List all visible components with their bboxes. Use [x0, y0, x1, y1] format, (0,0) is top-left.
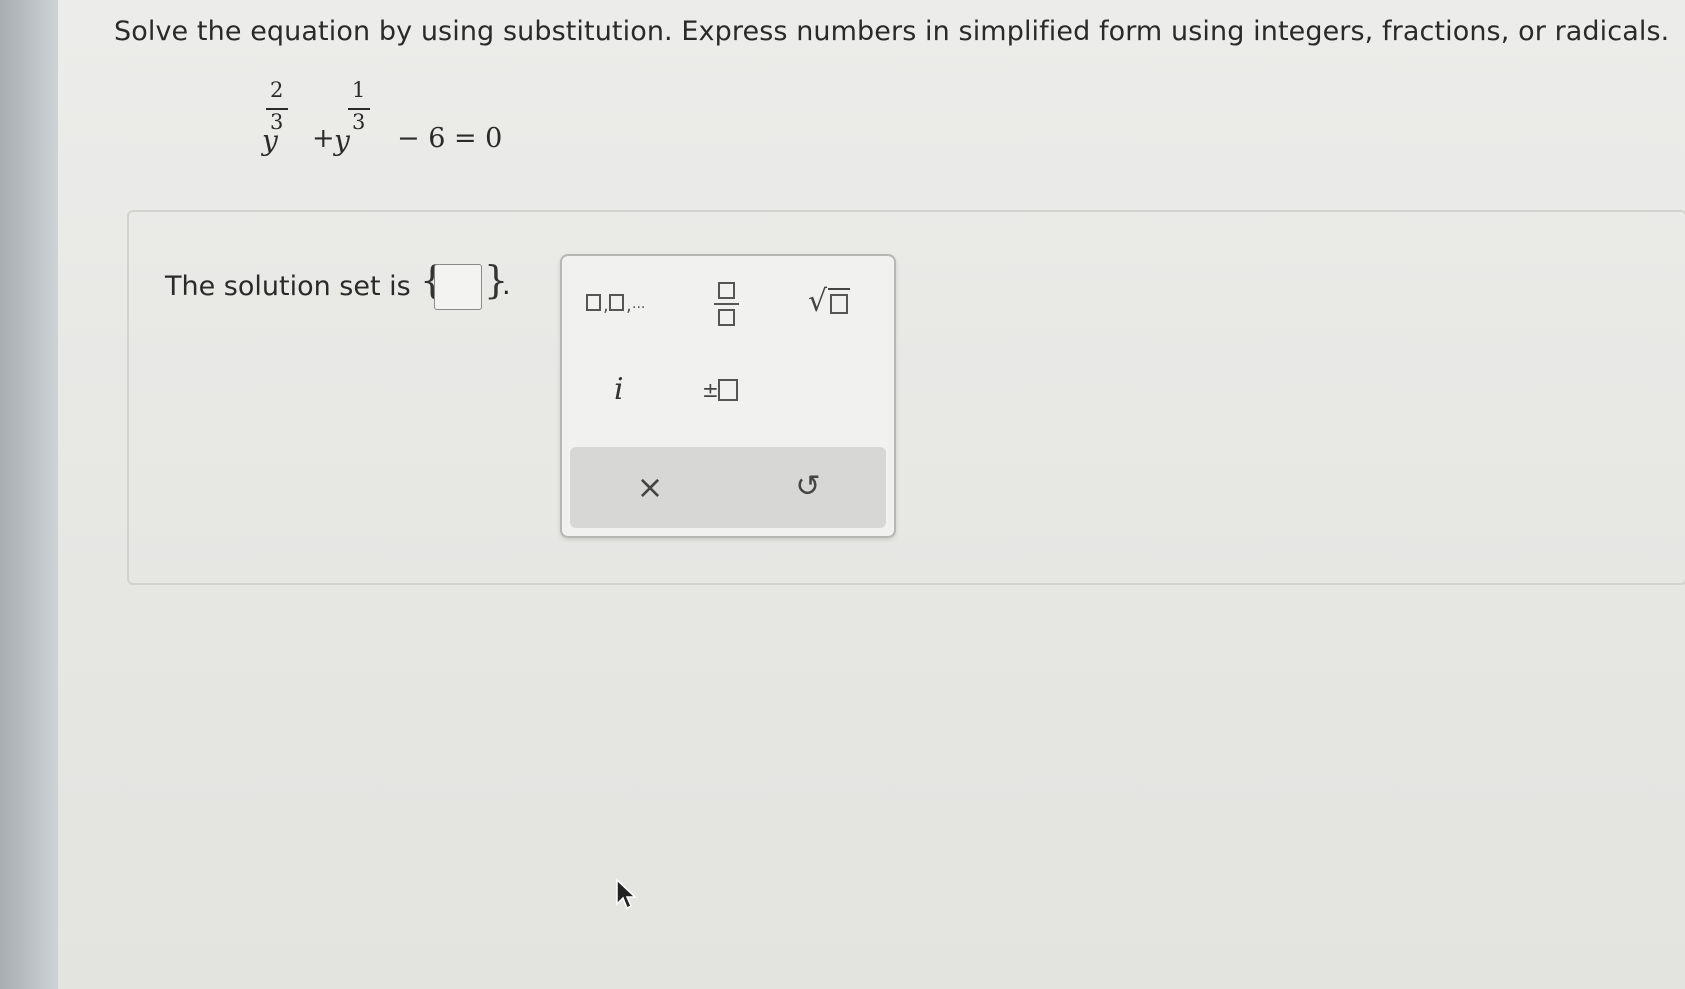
solution-set-label: The solution set is [165, 271, 411, 302]
equation-plus: + [312, 123, 335, 154]
plus-minus-button[interactable]: ± [696, 368, 756, 412]
browser-edge [0, 0, 58, 989]
exponent-1-numerator: 2 [270, 78, 284, 102]
mouse-pointer-icon [616, 878, 637, 910]
answer-input[interactable] [434, 264, 482, 310]
exponent-2-denominator: 3 [352, 110, 366, 134]
equation: y 2 3 + y 1 3 − 6 = 0 [262, 78, 522, 178]
fraction-button[interactable] [702, 276, 752, 332]
undo-icon: ↺ [795, 469, 821, 504]
question-instruction: Solve the equation by using substitution… [114, 16, 1670, 47]
undo-button[interactable]: ↺ [788, 465, 828, 509]
imaginary-unit-icon: i [614, 372, 624, 407]
answer-period: . [502, 270, 511, 301]
answer-area [127, 210, 1685, 585]
square-root-button[interactable]: √ [802, 280, 858, 324]
exponent-2-numerator: 1 [352, 78, 366, 102]
close-icon: × [636, 468, 664, 506]
equation-rest: − 6 = 0 [397, 123, 503, 154]
comma-list-button[interactable]: , , ... [582, 284, 660, 324]
math-palette: , , ... √ i ± × ↺ [560, 254, 896, 538]
imaginary-unit-button[interactable]: i [602, 368, 642, 412]
palette-action-bar: × ↺ [570, 447, 886, 528]
exponent-1-denominator: 3 [270, 110, 284, 134]
equation-var-2: y [334, 124, 350, 157]
clear-button[interactable]: × [630, 465, 670, 509]
